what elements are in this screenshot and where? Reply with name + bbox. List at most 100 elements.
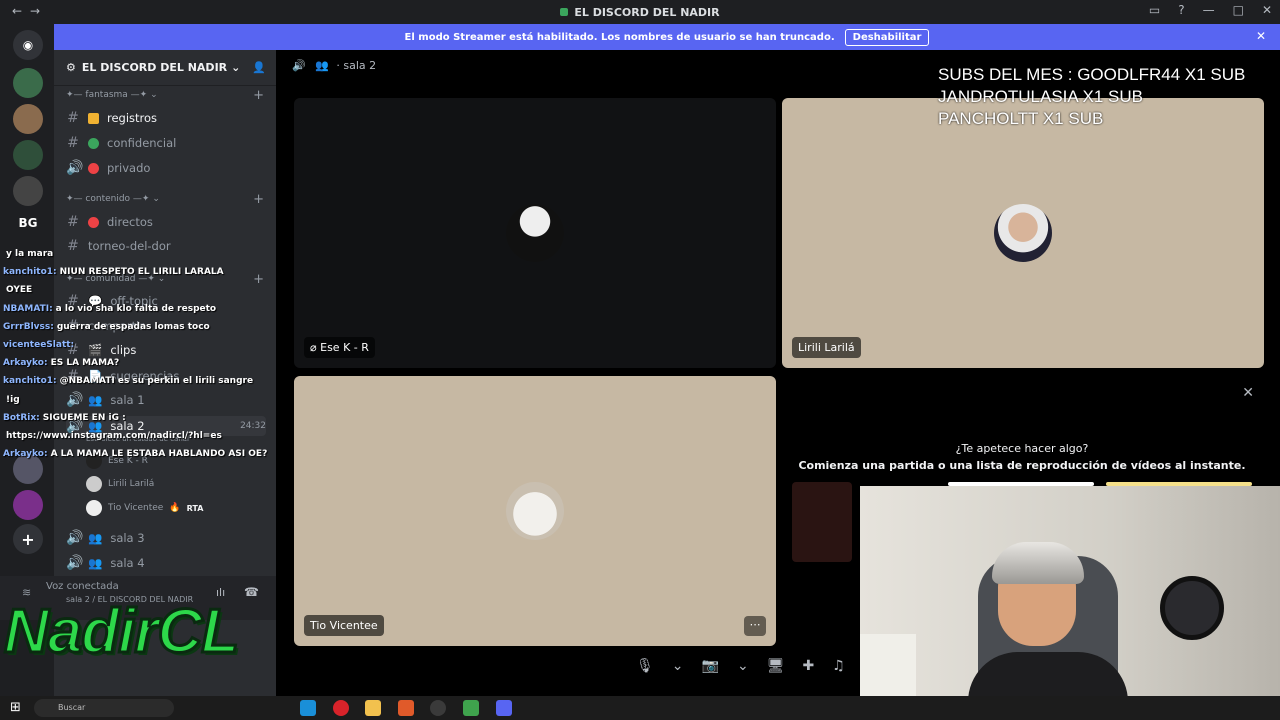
channel-privado[interactable]: 🔊 privado bbox=[66, 160, 150, 176]
speaker-icon: 🔊 bbox=[66, 555, 84, 571]
maximize-icon[interactable]: □ bbox=[1233, 3, 1244, 17]
folder-icon[interactable] bbox=[365, 700, 381, 716]
chat-message: OYEE bbox=[3, 281, 283, 299]
server-icon[interactable] bbox=[13, 104, 43, 134]
obs-icon[interactable] bbox=[430, 700, 446, 716]
close-banner-icon[interactable]: ✕ bbox=[1256, 29, 1266, 43]
minimize-icon[interactable]: — bbox=[1203, 3, 1215, 17]
streamer bbox=[968, 542, 1128, 720]
streamer-mode-banner: El modo Streamer está habilitado. Los no… bbox=[54, 24, 1280, 50]
screen-icon[interactable]: ▭ bbox=[1149, 3, 1160, 17]
disconnect-icon[interactable]: ☎ bbox=[244, 585, 259, 599]
channel-label: privado bbox=[107, 161, 151, 175]
member-name: Tio Vicentee bbox=[108, 503, 164, 513]
participant-label: Ese K - R bbox=[320, 341, 369, 354]
camera-off-icon[interactable]: 📷 bbox=[702, 658, 719, 674]
chat-message: BotRix: SIGUEME EN iG : bbox=[3, 409, 283, 427]
channel-directos[interactable]: # directos bbox=[66, 214, 153, 230]
category-label: contenido bbox=[85, 194, 131, 204]
chat-user: Arkayko: bbox=[3, 449, 48, 460]
chat-user: vicenteeSlatt: bbox=[3, 340, 75, 351]
taskbar-search[interactable]: Buscar bbox=[34, 699, 174, 717]
chat-user: Arkayko: bbox=[3, 358, 48, 369]
chat-message: kanchito1: NIUN RESPETO EL LIRILI LARALA bbox=[3, 263, 283, 281]
avatar bbox=[86, 500, 102, 516]
mic-muted-icon[interactable]: 🎙 bbox=[636, 658, 654, 674]
discord-taskbar-icon[interactable] bbox=[496, 700, 512, 716]
fire-icon: 🔥 bbox=[169, 503, 181, 513]
subs-line: SUBS DEL MES : GOODLFR44 X1 SUB bbox=[938, 65, 1246, 84]
server-icon[interactable] bbox=[13, 176, 43, 206]
voice-channel-header: 🔊 👥 · sala 2 bbox=[292, 59, 377, 72]
brave-icon[interactable] bbox=[398, 700, 414, 716]
voice-channel-name: sala 2 bbox=[343, 59, 377, 72]
title-bar: ←→ EL DISCORD DEL NADIR ▭ ? — □ ✕ bbox=[0, 0, 1280, 24]
soundboard-icon[interactable]: ♫ bbox=[832, 658, 845, 674]
store-icon[interactable] bbox=[463, 700, 479, 716]
banner-message: El modo Streamer está habilitado. Los no… bbox=[404, 31, 835, 43]
channel-confidencial[interactable]: # confidencial bbox=[66, 135, 176, 151]
muted-camera-icon: ⌀ bbox=[310, 341, 321, 354]
guild-header[interactable]: ⚙ EL DISCORD DEL NADIR ⌄ 👤 bbox=[54, 50, 276, 86]
voice-member[interactable]: Lirili Larilá bbox=[86, 476, 154, 492]
chevron-down-icon[interactable]: ⌄ bbox=[737, 658, 749, 674]
add-server-icon[interactable]: + bbox=[13, 524, 43, 554]
chat-message: vicenteeSlatt: bbox=[3, 336, 283, 354]
window-title: EL DISCORD DEL NADIR bbox=[0, 6, 1280, 19]
voice-channel-sala-4[interactable]: 🔊 👥 sala 4 bbox=[66, 555, 145, 571]
chat-text: https://www.instagram.com/nadircl/?hl=es bbox=[6, 431, 222, 442]
chat-user: GrrrBlvss: bbox=[3, 321, 54, 332]
window-title-text: EL DISCORD DEL NADIR bbox=[574, 6, 720, 19]
microphone-icon bbox=[1160, 576, 1224, 640]
participant-name: Lirili Larilá bbox=[792, 337, 861, 358]
window-controls: ▭ ? — □ ✕ bbox=[1149, 3, 1272, 17]
server-icon[interactable] bbox=[13, 490, 43, 520]
chat-message: https://www.instagram.com/nadircl/?hl=es bbox=[3, 427, 283, 445]
no-entry-icon bbox=[88, 162, 99, 174]
hash-icon: # bbox=[67, 135, 79, 151]
server-icon[interactable] bbox=[13, 68, 43, 98]
server-icon[interactable] bbox=[13, 140, 43, 170]
chat-text: guerra de espadas lomas toco bbox=[56, 321, 210, 332]
participant-tile[interactable]: Tio Vicentee ⋯ bbox=[294, 376, 776, 646]
voice-member[interactable]: Tio Vicentee 🔥 RTA bbox=[86, 500, 203, 516]
chat-text: A LA MAMA LE ESTABA HABLANDO ASI OE? bbox=[50, 449, 268, 460]
chat-text: a lo vio sha klo falta de respeto bbox=[55, 303, 217, 314]
add-channel-icon[interactable]: + bbox=[253, 192, 264, 207]
discord-home-icon[interactable]: ◉ bbox=[13, 30, 43, 60]
edge-icon[interactable] bbox=[300, 700, 316, 716]
category-fantasma[interactable]: ✦— fantasma —✦ ⌄ bbox=[66, 90, 158, 100]
voice-channel-sala-3[interactable]: 🔊 👥 sala 3 bbox=[66, 530, 145, 546]
member-badge: RTA bbox=[186, 503, 204, 513]
avatar bbox=[86, 476, 102, 492]
chat-message: Arkayko: ES LA MAMA? bbox=[3, 354, 283, 372]
opera-icon[interactable] bbox=[333, 700, 349, 716]
category-contenido[interactable]: ✦— contenido —✦ ⌄ bbox=[66, 194, 160, 204]
windows-start-icon[interactable]: ⊞ bbox=[10, 700, 21, 715]
chat-text: ES LA MAMA? bbox=[50, 358, 120, 369]
channel-registros[interactable]: # registros bbox=[66, 110, 157, 126]
red-circle-icon bbox=[88, 216, 99, 228]
chevron-down-icon[interactable]: ⌄ bbox=[672, 658, 684, 674]
channel-label: sala 3 bbox=[110, 531, 145, 545]
participant-tile[interactable]: Lirili Larilá bbox=[782, 98, 1264, 368]
avatar bbox=[994, 204, 1052, 262]
hash-icon: # bbox=[67, 110, 79, 126]
screen-share-icon[interactable]: 🖥 bbox=[767, 658, 785, 674]
users-icon: 👥 bbox=[88, 556, 103, 570]
folder-icon bbox=[88, 112, 99, 124]
disable-streamer-button[interactable]: Deshabilitar bbox=[844, 28, 930, 46]
more-icon[interactable]: ⋯ bbox=[744, 616, 766, 636]
add-member-icon[interactable]: 👤 bbox=[252, 61, 266, 74]
activities-icon[interactable]: ✚ bbox=[802, 658, 814, 674]
close-activity-icon[interactable]: ✕ bbox=[1242, 385, 1254, 402]
participant-tile[interactable]: ⌀ Ese K - R bbox=[294, 98, 776, 368]
activity-card[interactable] bbox=[792, 482, 852, 562]
help-icon[interactable]: ? bbox=[1178, 3, 1184, 17]
add-channel-icon[interactable]: + bbox=[253, 88, 264, 103]
participant-name: ⌀ Ese K - R bbox=[304, 337, 375, 358]
close-icon[interactable]: ✕ bbox=[1262, 3, 1272, 17]
server-bg[interactable]: BG bbox=[13, 208, 43, 238]
avatar bbox=[506, 482, 564, 540]
webcam-overlay bbox=[860, 486, 1280, 720]
